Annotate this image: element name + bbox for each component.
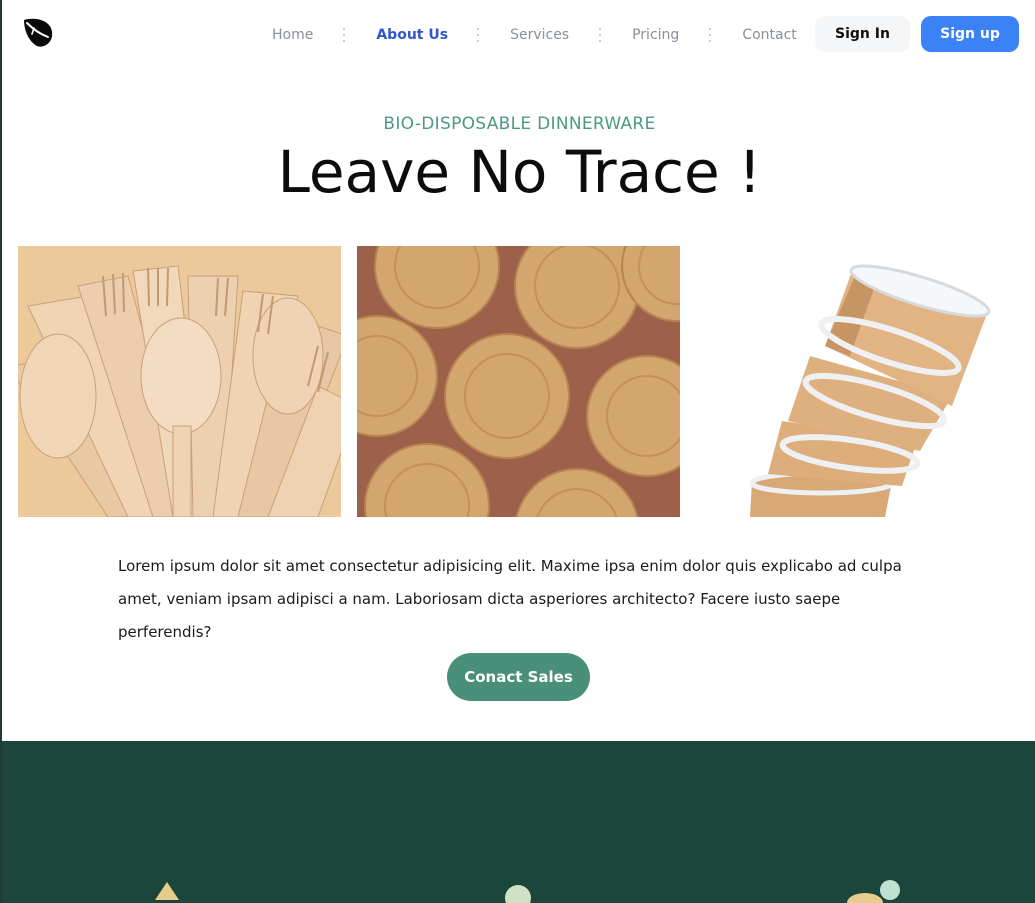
circle-decoration [505,885,531,903]
nav-separator [477,28,480,42]
half-circle-decoration [847,893,883,903]
dark-green-section [2,741,1035,903]
nav-link-about-us[interactable]: About Us [376,27,448,43]
paper-plates-image [357,246,680,517]
nav-link-home[interactable]: Home [272,27,313,43]
contact-sales-button[interactable]: Conact Sales [447,653,590,701]
sign-in-button[interactable]: Sign In [815,16,910,52]
wooden-cutlery-image [18,246,341,517]
nav-link-pricing[interactable]: Pricing [632,27,679,43]
circle-decoration [880,880,900,900]
nav-separator [599,28,602,42]
nav-link-contact[interactable]: Contact [742,27,796,43]
sign-up-button[interactable]: Sign up [921,16,1019,52]
nav-link-services[interactable]: Services [510,27,569,43]
hero-description: Lorem ipsum dolor sit amet consectetur a… [118,557,902,641]
hero-title: Leave No Trace ! [277,138,762,206]
triangle-decoration [155,882,179,900]
nav-separator [709,28,712,42]
hero-eyebrow: BIO-DISPOSABLE DINNERWARE [383,114,656,134]
paper-cups-image [680,246,1020,517]
navbar: Home About Us Services Pricing Contact S… [2,0,1035,70]
nav-separator [343,28,346,42]
leaf-logo-icon[interactable] [20,14,56,50]
main-nav: Home About Us Services Pricing Contact [257,24,797,46]
